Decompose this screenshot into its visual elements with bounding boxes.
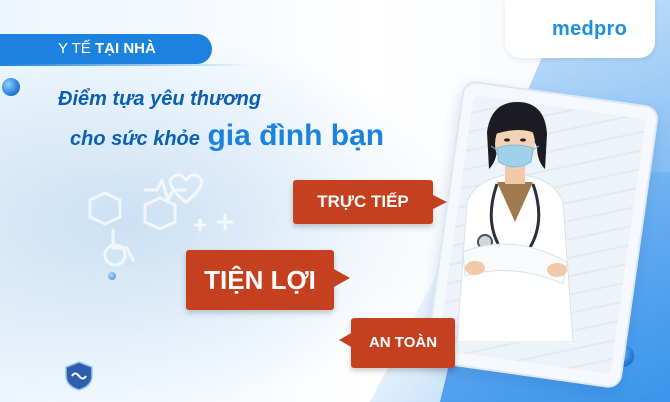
decorative-orb xyxy=(2,78,20,96)
tag-bold: TẠI NHÀ xyxy=(94,40,156,57)
headline-line2: cho sức khỏe gia đình bạn xyxy=(70,119,384,153)
badge-an-toan: AN TOÀN xyxy=(339,318,455,368)
decorative-orb xyxy=(108,272,116,280)
brand-logo: medpro xyxy=(552,18,628,40)
tag-underline xyxy=(0,64,250,66)
hexagon-icon xyxy=(143,196,177,231)
medical-cross-icon xyxy=(193,213,234,232)
shield-logo-icon xyxy=(65,361,93,391)
headline-line2-prefix: cho sức khỏe xyxy=(70,128,200,150)
headline-emphasis: gia đình bạn xyxy=(207,119,385,152)
badge-truc-tiep: TRỰC TIẾP xyxy=(293,180,447,224)
tag-prefix: Y TẾ xyxy=(58,40,91,57)
headline-line1: Điểm tựa yêu thương xyxy=(58,88,262,110)
badge-tien-loi: TIỆN LỢI xyxy=(186,250,350,310)
service-tag: Y TẾ TẠI NHÀ xyxy=(0,34,212,64)
doctor-illustration xyxy=(456,102,574,342)
hexagon-icon-2 xyxy=(88,191,122,226)
promo-banner: medpro Y TẾ TẠI NHÀ Điểm tựa yêu thương … xyxy=(0,0,670,402)
